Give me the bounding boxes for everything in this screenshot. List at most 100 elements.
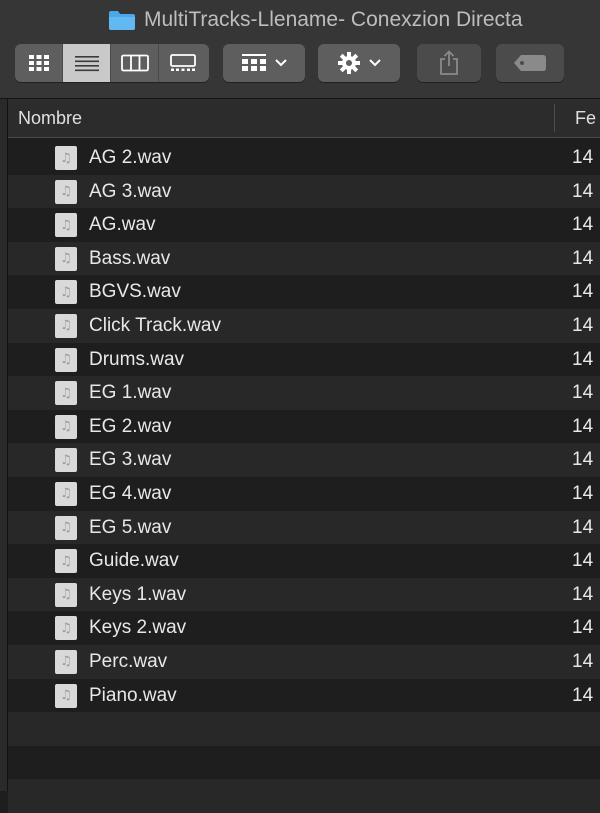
- chevron-down-icon: [369, 59, 381, 67]
- action-menu-button[interactable]: [318, 44, 400, 82]
- file-row[interactable]: ♫ AG 3.wav 14: [8, 174, 600, 209]
- group-by-button[interactable]: [223, 44, 305, 82]
- audio-file-icon: ♫: [55, 280, 77, 305]
- file-name: EG 4.wav: [89, 482, 172, 504]
- column-view-button[interactable]: [111, 44, 159, 82]
- column-divider[interactable]: [554, 104, 555, 132]
- file-name: Bass.wav: [89, 247, 171, 269]
- audio-file-icon: ♫: [55, 146, 77, 170]
- view-mode-segmented-control: [15, 44, 209, 82]
- empty-row: [8, 779, 600, 813]
- audio-file-icon: ♫: [55, 246, 77, 271]
- gallery-view-icon: [170, 54, 196, 71]
- file-name: EG 3.wav: [89, 449, 172, 471]
- file-row[interactable]: ♫ Drums.wav 14: [8, 342, 600, 377]
- share-icon: [440, 50, 458, 75]
- column-header-date[interactable]: Fe: [575, 99, 596, 137]
- file-row[interactable]: ♫ Keys 1.wav 14: [8, 577, 600, 612]
- icon-view-button[interactable]: [15, 44, 63, 82]
- file-row[interactable]: ♫ EG 1.wav 14: [8, 376, 600, 410]
- audio-file-icon: ♫: [55, 213, 77, 238]
- icon-view-icon: [28, 55, 49, 71]
- file-row[interactable]: ♫ AG 2.wav 14: [8, 141, 600, 175]
- audio-file-icon: ♫: [55, 448, 77, 473]
- gear-icon: [338, 52, 360, 74]
- audio-file-icon: ♫: [55, 414, 77, 439]
- file-date: 14: [572, 382, 594, 404]
- audio-file-icon: ♫: [55, 313, 77, 338]
- file-row[interactable]: ♫ AG.wav 14: [8, 208, 600, 242]
- file-name: EG 1.wav: [89, 382, 172, 404]
- file-date: 14: [572, 449, 594, 471]
- file-row[interactable]: ♫ BGVS.wav 14: [8, 275, 600, 309]
- file-name: AG.wav: [89, 214, 156, 236]
- tag-button[interactable]: [496, 44, 564, 82]
- file-date: 14: [572, 314, 594, 336]
- file-name: Guide.wav: [89, 550, 179, 572]
- file-row[interactable]: ♫ Perc.wav 14: [8, 644, 600, 679]
- file-date: 14: [572, 516, 594, 538]
- file-row[interactable]: ♫ Piano.wav 14: [8, 678, 600, 713]
- file-date: 14: [572, 684, 594, 706]
- empty-row: [8, 745, 600, 780]
- audio-file-icon: ♫: [55, 481, 77, 506]
- file-row[interactable]: ♫ Bass.wav 14: [8, 241, 600, 276]
- file-name: EG 5.wav: [89, 516, 172, 538]
- file-row[interactable]: ♫ EG 2.wav 14: [8, 409, 600, 444]
- file-date: 14: [572, 583, 594, 605]
- file-date: 14: [572, 415, 594, 437]
- audio-file-icon: ♫: [55, 179, 77, 204]
- file-date: 14: [572, 147, 594, 168]
- window-title: MultiTracks-Llename- Conexzion Directa: [108, 6, 523, 34]
- chevron-down-icon: [275, 59, 287, 67]
- list-header: Nombre Fe: [8, 99, 600, 138]
- file-date: 14: [572, 550, 594, 572]
- file-date: 14: [572, 214, 594, 236]
- file-date: 14: [572, 617, 594, 639]
- file-name: AG 2.wav: [89, 147, 172, 168]
- file-date: 14: [572, 281, 594, 303]
- group-by-icon: [242, 54, 266, 71]
- audio-file-icon: ♫: [55, 683, 77, 708]
- file-date: 14: [572, 348, 594, 370]
- file-name: Piano.wav: [89, 684, 177, 706]
- share-button[interactable]: [417, 44, 481, 82]
- gallery-view-button[interactable]: [159, 44, 207, 82]
- empty-row: [8, 712, 600, 746]
- list-view-button[interactable]: [63, 44, 111, 82]
- sidebar-edge: [0, 99, 8, 791]
- file-row[interactable]: ♫ Guide.wav 14: [8, 544, 600, 578]
- file-name: Click Track.wav: [89, 314, 221, 336]
- file-name: BGVS.wav: [89, 281, 181, 303]
- list-view-icon: [74, 56, 99, 72]
- file-row[interactable]: ♫ Keys 2.wav 14: [8, 611, 600, 645]
- file-name: Perc.wav: [89, 650, 168, 672]
- window-title-text: MultiTracks-Llename- Conexzion Directa: [144, 8, 523, 31]
- tag-icon: [514, 55, 546, 71]
- file-date: 14: [572, 650, 594, 672]
- folder-icon: [108, 9, 136, 31]
- file-name: Keys 1.wav: [89, 583, 187, 605]
- file-name: AG 3.wav: [89, 180, 172, 202]
- audio-file-icon: ♫: [55, 515, 77, 540]
- audio-file-icon: ♫: [55, 616, 77, 641]
- audio-file-icon: ♫: [55, 381, 77, 406]
- file-row[interactable]: ♫ Click Track.wav 14: [8, 308, 600, 343]
- column-view-icon: [120, 54, 149, 72]
- file-list: ♫ AG 2.wav 14 ♫ AG 3.wav 14 ♫ AG.wav 14 ♫ Bass.wav…: [8, 141, 600, 813]
- audio-file-icon: ♫: [55, 347, 77, 372]
- audio-file-icon: ♫: [55, 549, 77, 574]
- audio-file-icon: ♫: [55, 649, 77, 674]
- file-date: 14: [572, 247, 594, 269]
- file-row[interactable]: ♫ EG 4.wav 14: [8, 476, 600, 511]
- audio-file-icon: ♫: [55, 582, 77, 607]
- column-header-name[interactable]: Nombre: [18, 99, 82, 137]
- window-toolbar: MultiTracks-Llename- Conexzion Directa: [0, 0, 600, 99]
- file-date: 14: [572, 482, 594, 504]
- file-row[interactable]: ♫ EG 3.wav 14: [8, 443, 600, 477]
- file-name: Keys 2.wav: [89, 617, 187, 639]
- file-name: Drums.wav: [89, 348, 185, 370]
- file-row[interactable]: ♫ EG 5.wav 14: [8, 510, 600, 545]
- file-date: 14: [572, 180, 594, 202]
- file-name: EG 2.wav: [89, 415, 172, 437]
